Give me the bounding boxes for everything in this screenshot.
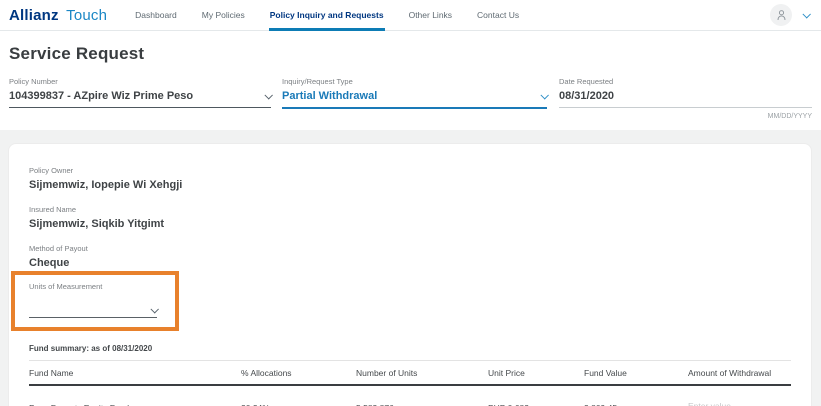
inquiry-type-value: Partial Withdrawal: [282, 90, 377, 102]
policy-number-chevron-down-icon[interactable]: [264, 91, 272, 99]
account-menu-chevron-down-icon[interactable]: [802, 10, 810, 18]
column-header-allocations: % Allocations: [241, 368, 356, 378]
nav-item-contact-us[interactable]: Contact Us: [476, 0, 520, 31]
inquiry-type-select[interactable]: Partial Withdrawal: [282, 90, 547, 109]
request-fields-row: Policy Number 104399837 - AZpire Wiz Pri…: [9, 77, 812, 109]
method-of-payout-group: Method of Payout Cheque: [29, 244, 791, 270]
logo-brand-text: Allianz: [9, 7, 59, 24]
policy-number-select[interactable]: 104399837 - AZpire Wiz Prime Peso: [9, 90, 271, 108]
units-of-measurement-chevron-down-icon[interactable]: [150, 305, 158, 313]
fund-table-header-row: Fund Name % Allocations Number of Units …: [29, 360, 791, 386]
date-format-hint: MM/DD/YYYY: [9, 113, 812, 120]
allocation-cell: 20.34%: [241, 403, 356, 406]
method-of-payout-label: Method of Payout: [29, 244, 791, 254]
table-row: Peso Dynasty Equity Fund 20.34% 5,583.87…: [29, 386, 791, 406]
nav-item-other-links[interactable]: Other Links: [408, 0, 453, 31]
service-request-header: Service Request Policy Number 104399837 …: [0, 31, 821, 130]
fund-name-cell: Peso Dynasty Equity Fund: [29, 403, 241, 406]
inquiry-type-field: Inquiry/Request Type Partial Withdrawal: [282, 77, 547, 109]
policy-number-value: 104399837 - AZpire Wiz Prime Peso: [9, 90, 193, 102]
nav-item-my-policies[interactable]: My Policies: [201, 0, 246, 31]
withdrawal-amount-input[interactable]: [688, 399, 791, 406]
top-navigation-bar: Allianz Touch Dashboard My Policies Poli…: [0, 0, 821, 31]
topbar-right: [770, 4, 809, 26]
insured-name-value: Sijmemwiz, Siqkib Yitgimt: [29, 217, 791, 231]
units-of-measurement-highlight-box: Units of Measurement: [11, 271, 179, 331]
policy-owner-value: Sijmemwiz, Iopepie Wi Xehgji: [29, 178, 791, 192]
page-title: Service Request: [9, 44, 812, 64]
units-of-measurement-label: Units of Measurement: [29, 282, 165, 292]
fund-value-cell: 3,809.45: [584, 403, 688, 406]
date-requested-field: Date Requested 08/31/2020: [559, 77, 812, 109]
user-avatar-button[interactable]: [770, 4, 792, 26]
date-requested-value: 08/31/2020: [559, 90, 614, 102]
inquiry-type-chevron-down-icon[interactable]: [540, 91, 548, 99]
fund-summary-title: Fund summary: as of 08/31/2020: [29, 344, 791, 353]
units-of-measurement-select[interactable]: [29, 302, 157, 318]
app-window: Allianz Touch Dashboard My Policies Poli…: [0, 0, 821, 406]
date-requested-input[interactable]: 08/31/2020: [559, 90, 812, 108]
unit-price-cell: PHP 0.682: [488, 403, 584, 406]
main-nav: Dashboard My Policies Policy Inquiry and…: [134, 0, 543, 31]
nav-item-policy-inquiry-and-requests[interactable]: Policy Inquiry and Requests: [269, 0, 385, 31]
fund-summary-table: Fund Name % Allocations Number of Units …: [29, 360, 791, 406]
date-requested-label: Date Requested: [559, 77, 812, 86]
inquiry-type-label: Inquiry/Request Type: [282, 77, 547, 86]
column-header-fund-name: Fund Name: [29, 368, 241, 378]
units-cell: 5,583.876: [356, 403, 488, 406]
column-header-fund-value: Fund Value: [584, 368, 688, 378]
policy-owner-group: Policy Owner Sijmemwiz, Iopepie Wi Xehgj…: [29, 166, 791, 192]
insured-name-label: Insured Name: [29, 205, 791, 215]
policy-owner-label: Policy Owner: [29, 166, 791, 176]
allianz-touch-logo[interactable]: Allianz Touch: [9, 7, 107, 24]
person-icon: [776, 9, 787, 21]
policy-number-field: Policy Number 104399837 - AZpire Wiz Pri…: [9, 77, 271, 109]
column-header-amount-of-withdrawal: Amount of Withdrawal: [688, 368, 791, 378]
page-body: Policy Owner Sijmemwiz, Iopepie Wi Xehgj…: [0, 130, 821, 406]
logo-product-text: Touch: [66, 7, 107, 24]
method-of-payout-value: Cheque: [29, 256, 791, 270]
request-details-card: Policy Owner Sijmemwiz, Iopepie Wi Xehgj…: [8, 143, 812, 406]
insured-name-group: Insured Name Sijmemwiz, Siqkib Yitgimt: [29, 205, 791, 231]
column-header-unit-price: Unit Price: [488, 368, 584, 378]
column-header-number-of-units: Number of Units: [356, 368, 488, 378]
nav-item-dashboard[interactable]: Dashboard: [134, 0, 178, 31]
policy-number-label: Policy Number: [9, 77, 271, 86]
